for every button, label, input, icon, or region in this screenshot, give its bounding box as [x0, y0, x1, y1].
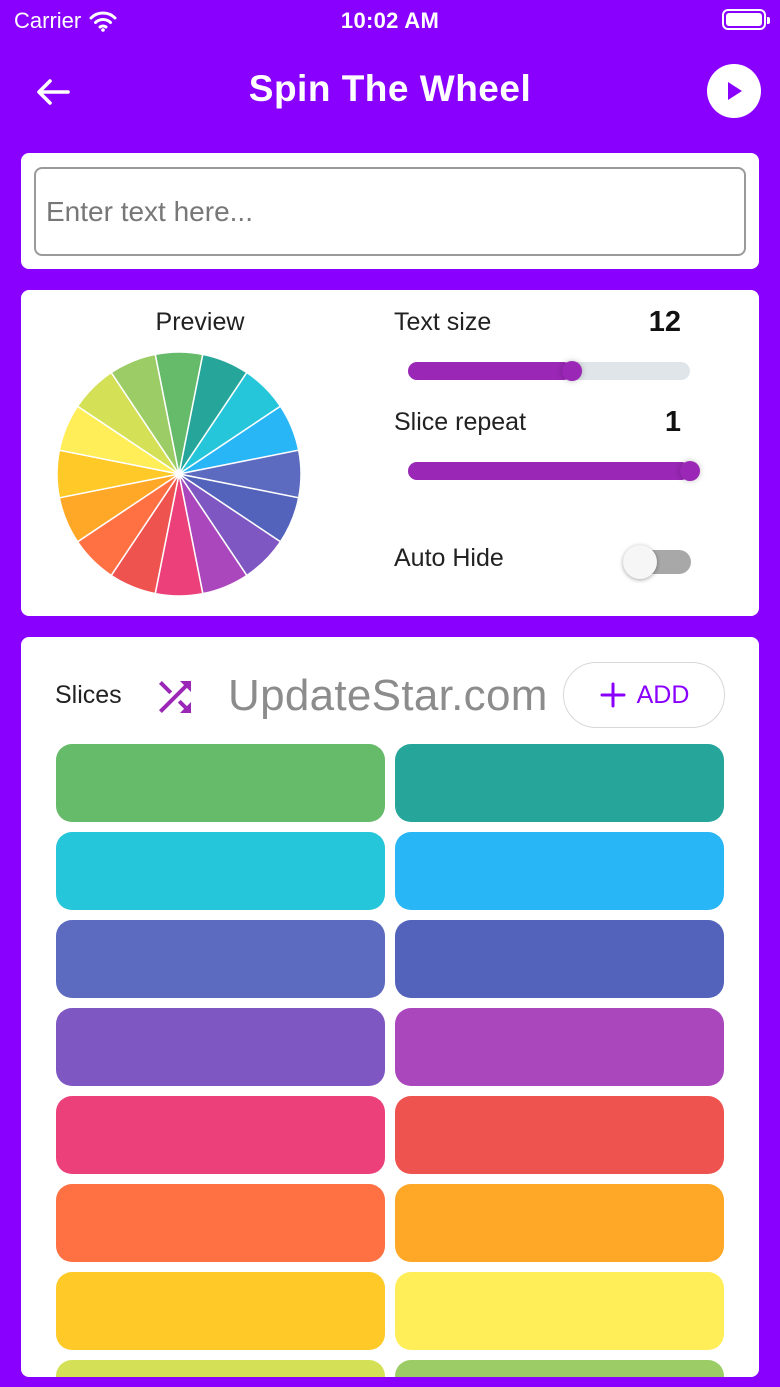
- play-button[interactable]: [707, 64, 761, 118]
- slice-item[interactable]: [56, 920, 385, 998]
- slice-item[interactable]: [56, 744, 385, 822]
- plus-icon: [600, 682, 626, 708]
- slice-repeat-slider[interactable]: [408, 461, 700, 481]
- auto-hide-toggle[interactable]: [623, 545, 691, 579]
- auto-hide-toggle-knob: [623, 545, 657, 579]
- slices-label: Slices: [55, 681, 122, 709]
- wheel-preview: [56, 351, 302, 597]
- add-slice-button[interactable]: ADD: [563, 662, 725, 728]
- slice-item[interactable]: [56, 1272, 385, 1350]
- text-size-label: Text size: [394, 308, 492, 336]
- slice-item[interactable]: [56, 1184, 385, 1262]
- add-slice-label: ADD: [636, 680, 690, 709]
- slice-item[interactable]: [395, 1360, 724, 1377]
- slice-item[interactable]: [395, 832, 724, 910]
- preview-label: Preview: [155, 308, 245, 336]
- battery-icon: [722, 9, 770, 30]
- status-time: 10:02 AM: [340, 8, 440, 33]
- slice-item[interactable]: [395, 1272, 724, 1350]
- slice-item[interactable]: [56, 1096, 385, 1174]
- slices-card: Slices UpdateStar.com ADD: [21, 637, 759, 1377]
- slice-item[interactable]: [395, 1184, 724, 1262]
- play-icon: [728, 82, 742, 100]
- text-input-card: [21, 153, 759, 269]
- slice-item[interactable]: [56, 1008, 385, 1086]
- page-title: Spin The Wheel: [248, 68, 532, 109]
- shuffle-button[interactable]: [151, 673, 199, 721]
- text-size-slider-thumb[interactable]: [561, 361, 582, 381]
- shuffle-icon: [159, 681, 191, 713]
- slice-repeat-label: Slice repeat: [394, 408, 527, 436]
- watermark-text: UpdateStar.com: [228, 671, 548, 720]
- slice-item[interactable]: [395, 1008, 724, 1086]
- text-size-value: 12: [648, 306, 681, 338]
- auto-hide-label: Auto Hide: [394, 544, 504, 572]
- slice-repeat-slider-fill: [408, 462, 690, 480]
- slice-item[interactable]: [395, 1096, 724, 1174]
- text-size-slider[interactable]: [408, 361, 690, 381]
- slice-item[interactable]: [56, 832, 385, 910]
- slice-repeat-value: 1: [664, 406, 681, 438]
- slice-item[interactable]: [395, 920, 724, 998]
- app-bar: Spin The Wheel: [0, 40, 780, 144]
- status-bar: Carrier 10:02 AM: [0, 0, 780, 40]
- slice-item[interactable]: [395, 744, 724, 822]
- slice-text-input[interactable]: [34, 167, 746, 256]
- slice-item[interactable]: [56, 1360, 385, 1377]
- slice-repeat-slider-thumb[interactable]: [680, 461, 700, 481]
- text-size-slider-fill: [408, 362, 572, 380]
